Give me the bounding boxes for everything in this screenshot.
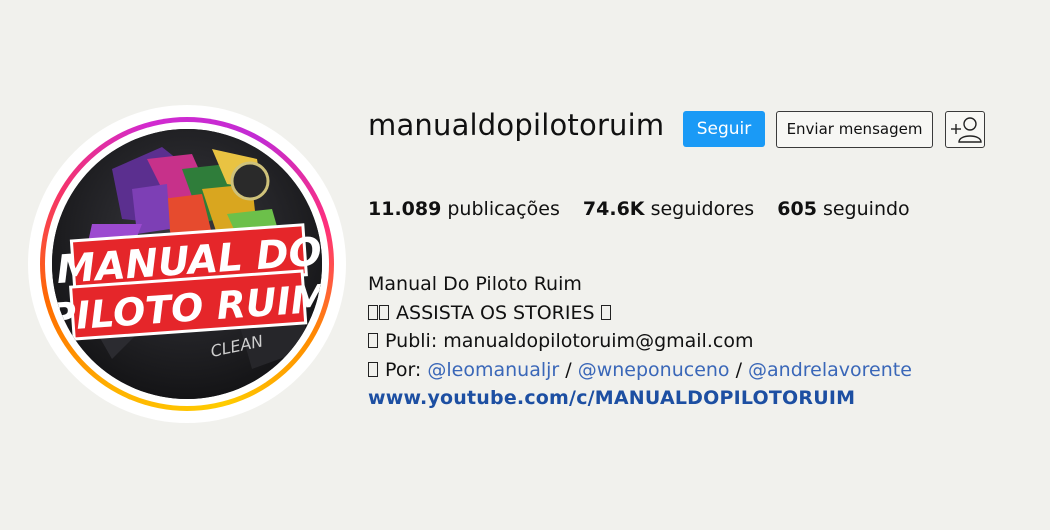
mention-link[interactable]: @andrelavorente (748, 359, 912, 381)
stat-followers[interactable]: 74.6K seguidores (583, 198, 760, 220)
bio-line-publi: Publi: manualdopilotoruim@gmail.com (368, 327, 912, 356)
stat-following-count: 605 (777, 198, 817, 220)
follow-button[interactable]: Seguir (683, 111, 765, 147)
stat-following-label: seguindo (822, 198, 910, 220)
bio-website-link[interactable]: www.youtube.com/c/MANUALDOPILOTORUIM (368, 384, 912, 413)
bio-display-name: Manual Do Piloto Ruim (368, 273, 582, 295)
emoji-icon (600, 304, 611, 320)
emoji-icon (368, 304, 378, 320)
bio-stories-text: ASSISTA OS STORIES (390, 301, 601, 324)
suggest-user-button[interactable] (945, 111, 985, 148)
person-plus-icon (951, 117, 982, 143)
profile-stats: 11.089 publicações 74.6K seguidores 605 … (368, 198, 927, 220)
profile-avatar[interactable]: MANUAL DO PILOTO RUIM CLEAN (28, 105, 346, 423)
mention-separator: / (559, 358, 578, 381)
bio-credits-prefix: Por: (379, 358, 428, 381)
avatar-image: MANUAL DO PILOTO RUIM CLEAN (52, 129, 322, 399)
bio-line-credits: Por: @leomanualjr / @wneponuceno / @andr… (368, 356, 912, 385)
stat-following[interactable]: 605 seguindo (777, 198, 909, 220)
stat-posts-count: 11.089 (368, 198, 442, 220)
profile-username: manualdopilotoruim (368, 108, 665, 142)
story-ring: MANUAL DO PILOTO RUIM CLEAN (40, 117, 334, 411)
stat-followers-label: seguidores (650, 198, 755, 220)
emoji-icon (379, 304, 389, 320)
stat-posts: 11.089 publicações (368, 198, 566, 220)
mention-separator: / (729, 358, 749, 381)
stat-followers-count: 74.6K (582, 198, 645, 220)
bio-line-stories: ASSISTA OS STORIES (368, 299, 912, 328)
mention-link[interactable]: @leomanualjr (427, 359, 559, 381)
bio-publi-text: Publi: manualdopilotoruim@gmail.com (379, 330, 754, 352)
channel-logo-art: MANUAL DO PILOTO RUIM CLEAN (52, 129, 322, 399)
mention-link[interactable]: @wneponuceno (578, 359, 730, 381)
stat-posts-label: publicações (447, 198, 560, 220)
profile-bio: Manual Do Piloto Ruim ASSISTA OS STORIES… (368, 270, 912, 413)
send-message-button[interactable]: Enviar mensagem (776, 111, 933, 148)
emoji-icon (368, 333, 378, 348)
emoji-icon (368, 361, 378, 377)
